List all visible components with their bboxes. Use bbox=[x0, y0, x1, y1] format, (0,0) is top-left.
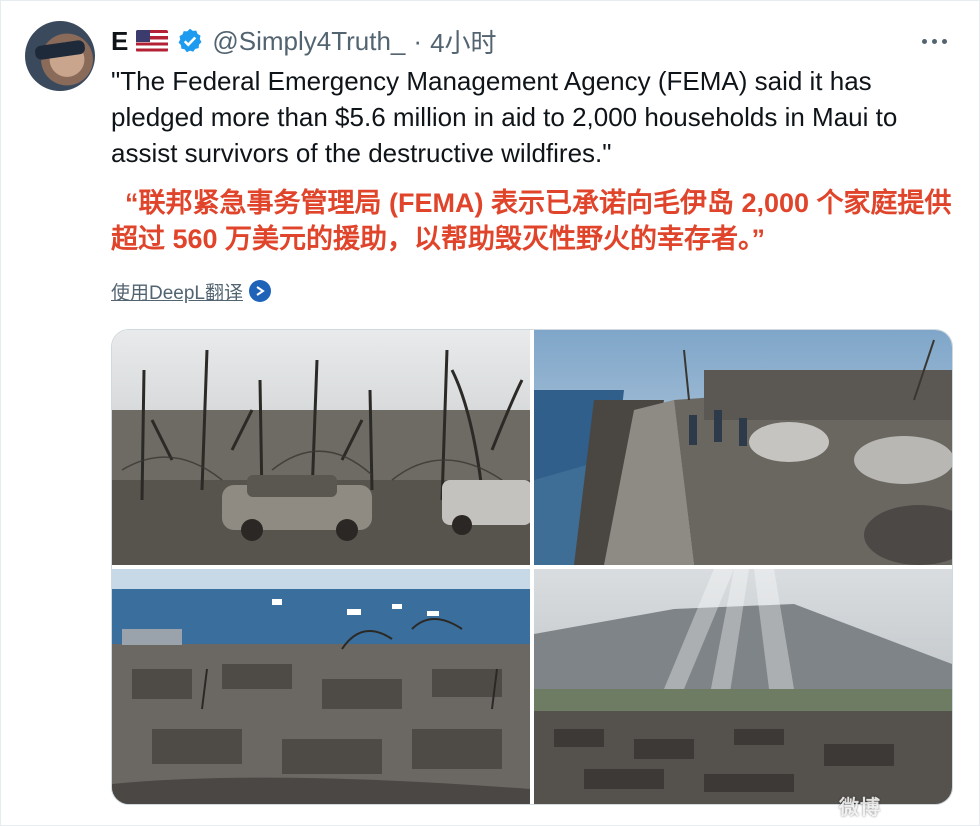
translate-link-label: 使用DeepL翻译 bbox=[111, 282, 243, 304]
tweet-header: E @Simply4Truth_ · 4小时 bbox=[111, 23, 497, 59]
deepl-icon bbox=[249, 280, 271, 302]
tweet-card: E @Simply4Truth_ · 4小时 "The Federal Emer… bbox=[0, 0, 980, 826]
us-flag-icon bbox=[136, 30, 169, 52]
author-name[interactable]: E bbox=[111, 26, 128, 57]
translated-text: “联邦紧急事务管理局 (FEMA) 表示已承诺向毛伊岛 2,000 个家庭提供超… bbox=[111, 188, 952, 254]
media-grid bbox=[111, 329, 953, 805]
media-photo-3[interactable] bbox=[112, 569, 530, 804]
verified-badge-icon bbox=[178, 28, 202, 53]
translate-link[interactable]: 使用DeepL翻译 bbox=[111, 277, 271, 305]
author-handle[interactable]: @Simply4Truth_ bbox=[212, 26, 405, 57]
media-photo-4[interactable] bbox=[534, 569, 952, 804]
media-photo-1[interactable] bbox=[112, 330, 530, 565]
header-separator: · bbox=[413, 25, 423, 56]
author-avatar[interactable] bbox=[25, 21, 95, 91]
tweet-time[interactable]: 4小时 bbox=[430, 23, 496, 60]
media-photo-2[interactable] bbox=[534, 330, 952, 565]
more-options-icon[interactable] bbox=[917, 29, 951, 53]
weibo-watermark: 微博 bbox=[839, 797, 881, 819]
tweet-text: "The Federal Emergency Management Agency… bbox=[111, 66, 898, 168]
